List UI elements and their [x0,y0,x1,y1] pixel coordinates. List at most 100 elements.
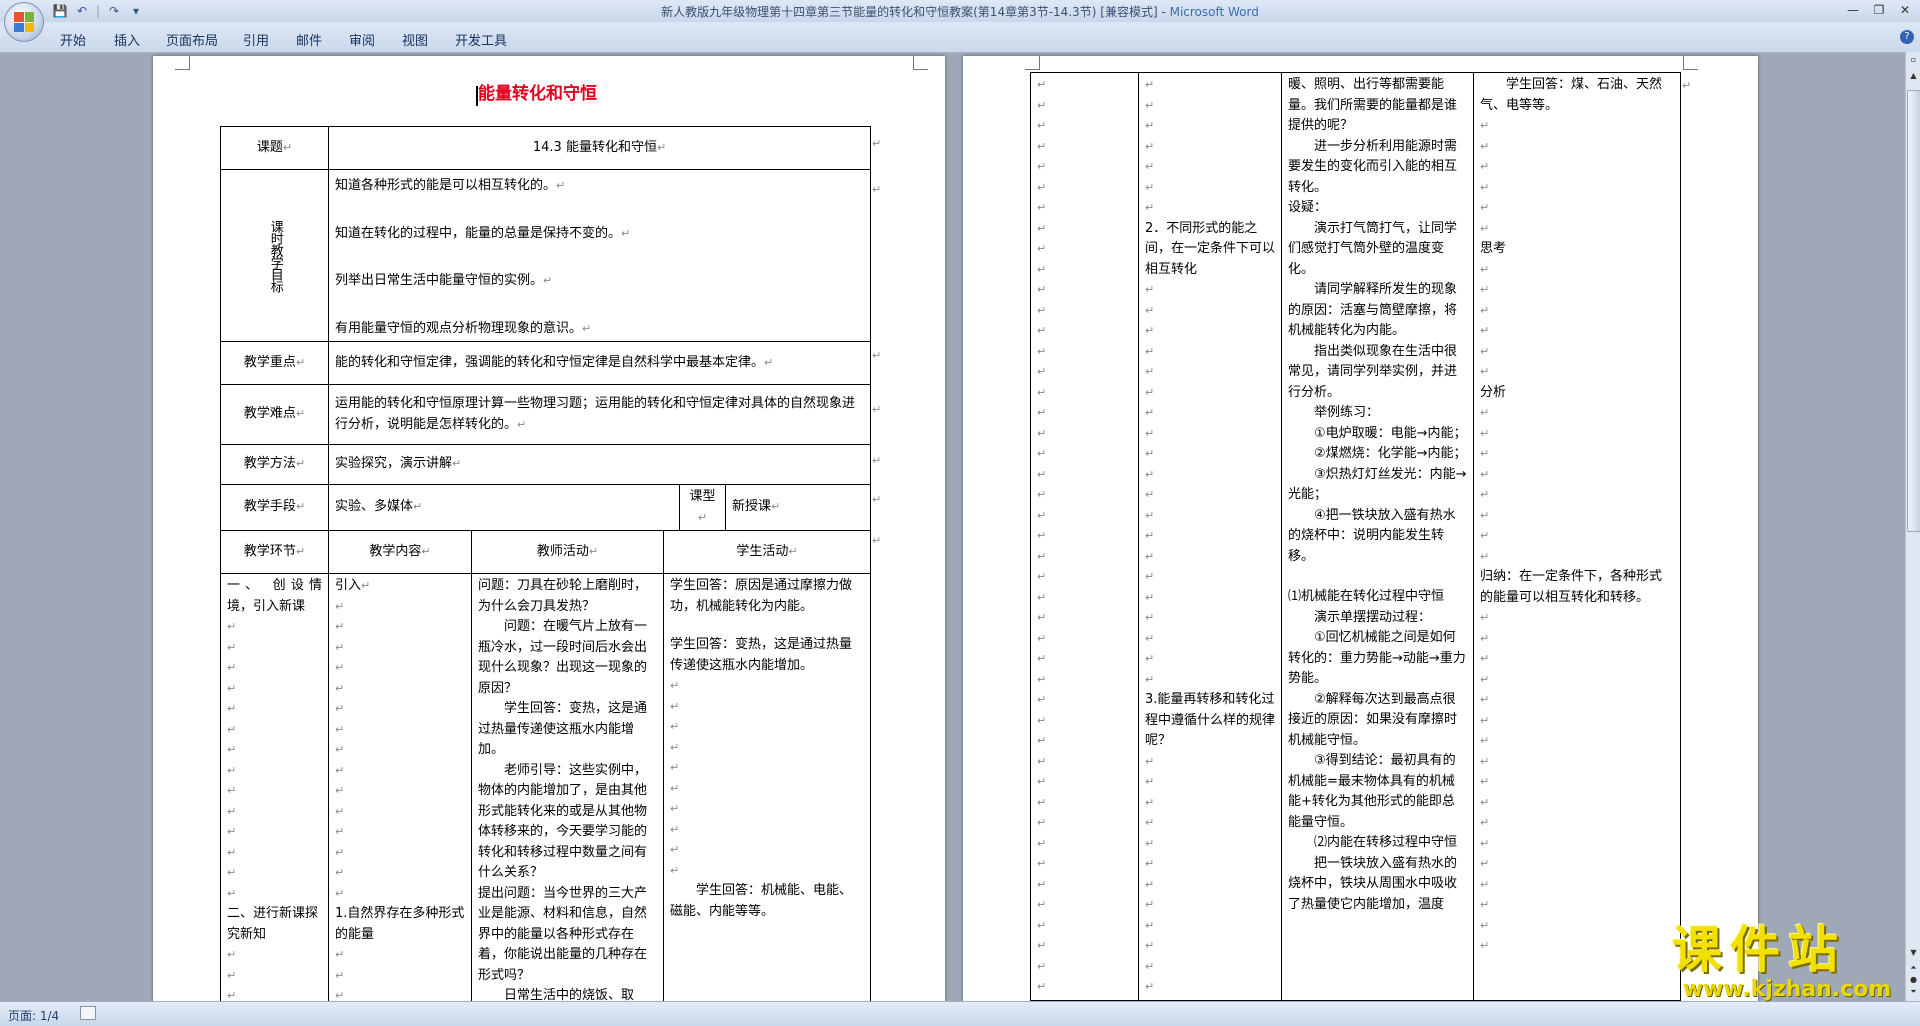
stage-cell[interactable]: 一、 创设情境，引入新课 ↵ ↵ ↵ ↵ ↵ ↵ ↵ ↵ ↵ ↵ ↵ ↵ ↵ ↵ 二、进行新课探究新知 ↵… [220,573,329,1005]
empty-para: ↵ ↵ ↵ ↵ ↵ ↵ ↵ ↵ ↵ ↵ ↵ ↵ ↵ ↵ [227,620,237,900]
difficulty-label-cell[interactable]: 教学难点↵ [220,384,329,445]
header-teacher: 教师活动 [536,543,589,559]
row-end-mark: ↵ [1682,79,1692,92]
teacher-activity-cell[interactable]: 问题：刀具在砂轮上磨削时，为什么会刀具发热？ 问题：在暖气片上放有一瓶冷水，过一… [471,573,664,1005]
tab-view[interactable]: 视图 [402,30,428,49]
margin-mark [1683,56,1698,70]
goals-label-cell[interactable]: 课时教学目标 [220,169,329,342]
previous-page-icon[interactable]: ⏶ [1908,962,1919,973]
key-label: 教学重点 [243,354,296,370]
empty-para [1288,567,1467,587]
stage-1: 一、 创设情境，引入新课 [227,578,322,614]
means-value-cell[interactable]: 实验、多媒体↵ [328,484,680,531]
proofing-icon[interactable] [80,1006,96,1020]
teacher-activity-cell[interactable]: 暖、照明、出行等都需要能量。我们所需要的能量都是谁提供的呢？ 进一步分析利用能源… [1281,72,1474,1001]
means-label-cell[interactable]: 教学手段↵ [220,484,329,531]
topic-value-cell[interactable]: 14.3 能量转化和守恒↵ [327,126,872,170]
student-summary: 归纳：在一定条件下，各种形式的能量可以相互转化和转移。 [1480,569,1663,605]
tab-developer[interactable]: 开发工具 [455,30,507,49]
empty-para: ↵ ↵ ↵ ↵ ↵ ↵ ↵ ↵ ↵ ↵ [670,679,680,877]
tab-review[interactable]: 审阅 [349,30,375,49]
header-content-cell[interactable]: 教学内容↵ [328,530,472,574]
office-logo-icon [14,12,34,32]
difficulty-value-cell[interactable]: 运用能的转化和守恒原理计算一些物理习题；运用能的转化和守恒定律对具体的自然现象进… [327,384,872,445]
difficulty-label: 教学难点 [243,406,296,422]
row-end-mark: ↵ [872,534,882,547]
method-value-cell[interactable]: 实验探究，演示讲解↵ [327,444,872,485]
lesson-plan-table-continued: ↵ ↵ ↵ ↵ ↵ ↵ ↵ ↵ ↵ ↵ ↵ ↵ ↵ ↵ ↵ ↵ ↵ ↵ ↵ ↵ ↵ ↵ ↵ ↵ ↵ ↵ ↵ ↵ ↵ ↵ ↵ ↵ ↵ ↵ ↵ ↵ ↵ ↵ ↵ ↵… [1030,72,1681,1001]
header-stage-cell[interactable]: 教学环节↵ [220,530,329,574]
key-value: 能的转化和守恒定律，强调能的转化和守恒定律是自然科学中最基本定律。 [335,354,765,370]
content-cell[interactable]: 引入↵ ↵ ↵ ↵ ↵ ↵ ↵ ↵ ↵ ↵ ↵ ↵ ↵ ↵ ↵ ↵ 1.自然界存在多种形式的能量 ↵ ↵ ↵ [328,573,472,1005]
topic-label-cell[interactable]: 课题↵ [220,126,329,170]
empty-para: ↵ ↵ ↵ ↵ ↵ ↵ [1480,262,1490,379]
tab-insert[interactable]: 插入 [114,30,140,49]
teacher-para: 请同学解释所发生的现象的原因：活塞与筒壁摩擦，将机械能转化为内能。 [1288,282,1458,338]
tab-home[interactable]: 开始 [60,30,86,49]
document-title: 新人教版九年级物理第十四章第三节能量的转化和守恒教案(第14章第3节-14.3节… [661,5,1158,19]
teacher-para: 设疑： [1288,200,1328,215]
watermark-name: 课件站 [1672,921,1846,979]
help-icon[interactable]: ? [1900,30,1914,44]
select-browse-object-icon[interactable]: ● [1908,974,1919,985]
row-end-mark: ↵ [872,183,882,196]
empty-para: ↵ ↵ ↵ ↵ ↵ ↵ ↵ ↵ ↵ ↵ ↵ ↵ ↵ ↵ ↵ ↵ ↵ ↵ ↵ ↵ [1145,283,1155,686]
teacher-para: ⑴机械能在转化过程中守恒 [1288,589,1445,604]
goals-cell[interactable]: 知道各种形式的能是可以相互转化的。↵ 知道在转化的过程中，能量的总量是保持不变的… [327,169,872,342]
document-page-1[interactable]: 能量转化和守恒 课题↵ 14.3 能量转化和守恒↵ 课时教学目标 知道各种形式的… [153,56,945,1005]
close-icon[interactable]: ✕ [1892,0,1918,20]
next-page-icon[interactable]: ⏷ [1908,986,1919,997]
student-answer: 学生回答：变热，这是通过热量传递使这瓶水内能增加。 [670,637,853,673]
tab-page-layout[interactable]: 页面布局 [166,30,218,49]
content-energy-forms: 1.自然界存在多种形式的能量 [335,906,465,942]
scroll-up-icon[interactable]: ▲ [1908,70,1919,81]
document-page-2[interactable]: ↵ ↵ ↵ ↵ ↵ ↵ ↵ ↵ ↵ ↵ ↵ ↵ ↵ ↵ ↵ ↵ ↵ ↵ ↵ ↵ ↵ ↵ ↵ ↵ ↵ ↵ ↵ ↵ ↵ ↵ ↵ ↵ ↵ ↵ ↵ ↵ ↵ ↵ ↵ ↵… [963,56,1758,1005]
teacher-para: 问题：在暖气片上放有一瓶冷水，过一段时间后水会出现什么现象？出现这一现象的原因？ [478,619,648,696]
method-label-cell[interactable]: 教学方法↵ [220,444,329,485]
restore-icon[interactable]: ❐ [1866,0,1892,20]
teacher-para: ②煤燃烧：化学能→内能； [1314,446,1467,461]
office-button[interactable] [4,2,44,42]
topic-value: 14.3 能量转化和守恒 [532,139,657,155]
student-analyze: 分析 [1480,384,1507,400]
goal-item: 列举出日常生活中能量守恒的实例。 [335,273,544,288]
topic-label: 课题 [256,139,283,155]
goal-item: 知道在转化的过程中，能量的总量是保持不变的。 [335,225,622,241]
header-teacher-cell[interactable]: 教师活动↵ [471,530,664,574]
teacher-para: 学生回答：变热，这是通过热量传递使这瓶水内能增加。 [478,701,648,757]
tab-references[interactable]: 引用 [243,30,269,49]
type-value-cell[interactable]: 新授课↵ [724,484,872,531]
document-heading[interactable]: 能量转化和守恒 [478,84,597,105]
key-label-cell[interactable]: 教学重点↵ [220,341,329,385]
empty-para: ↵ ↵ ↵ [335,948,345,1002]
header-student: 学生活动 [736,543,789,559]
tab-mailings[interactable]: 邮件 [296,30,322,49]
empty-para: ↵ ↵ ↵ ↵ ↵ ↵ ↵ ↵ [1480,406,1490,563]
header-student-cell[interactable]: 学生活动↵ [662,530,872,574]
row-end-mark: ↵ [872,493,882,506]
difficulty-value: 运用能的转化和守恒原理计算一些物理习题；运用能的转化和守恒定律对具体的自然现象进… [335,396,856,432]
ruler-toggle-icon[interactable]: ▫ [1908,54,1919,65]
content-cell[interactable]: ↵ ↵ ↵ ↵ ↵ ↵ ↵ 2．不同形式的能之间，在一定条件下可以相互转化 ↵ ↵ ↵ ↵ ↵ ↵ ↵ ↵… [1138,72,1282,1001]
teacher-para: 提出问题：当今世界的三大产业是能源、材料和信息，自然界中的能量以各种形式存在着，… [478,885,648,983]
teacher-para: ①电炉取暖：电能→内能； [1314,425,1467,441]
vertical-scrollbar[interactable]: ▫ ▲ ▼ ⏶ ● ⏷ [1905,52,1920,1001]
empty-para: ↵ ↵ ↵ ↵ ↵ ↵ ↵ ↵ ↵ ↵ ↵ ↵ ↵ ↵ ↵ ↵ ↵ [1480,611,1490,952]
student-activity-cell[interactable]: 学生回答：原因是通过摩擦力做功，机械能转化为内能。 学生回答：变热，这是通过热量… [662,573,872,1005]
row-end-mark: ↵ [872,454,882,467]
empty-para: ↵ ↵ ↵ [227,948,237,1002]
title-separator: - [1157,5,1170,19]
stage-cell[interactable]: ↵ ↵ ↵ ↵ ↵ ↵ ↵ ↵ ↵ ↵ ↵ ↵ ↵ ↵ ↵ ↵ ↵ ↵ ↵ ↵ ↵ ↵ ↵ ↵ ↵ ↵ ↵ ↵ ↵ ↵ ↵ ↵ ↵ ↵ ↵ ↵ ↵ ↵ ↵ ↵… [1030,72,1139,1001]
type-label: 课型 [689,489,716,504]
teacher-para: 举例练习： [1314,405,1380,420]
scroll-thumb[interactable] [1907,90,1920,532]
type-label-cell[interactable]: 课型↵ [679,484,726,531]
minimize-icon[interactable]: — [1840,0,1866,20]
scroll-down-icon[interactable]: ▼ [1908,947,1919,958]
student-activity-cell[interactable]: 学生回答：煤、石油、天然气、电等等。 ↵ ↵ ↵ ↵ ↵ ↵ 思考 ↵ ↵ ↵ ↵ ↵ ↵ 分析 ↵… [1473,72,1681,1001]
student-answer: 学生回答：原因是通过摩擦力做功，机械能转化为内能。 [670,578,853,614]
page-count[interactable]: 页面: 1/4 [8,1007,59,1024]
key-value-cell[interactable]: 能的转化和守恒定律，强调能的转化和守恒定律是自然科学中最基本定律。↵ [327,341,872,385]
watermark-logo: 课件站 www.kjzhan.com [1672,921,1902,1002]
header-content: 教学内容 [369,543,422,559]
